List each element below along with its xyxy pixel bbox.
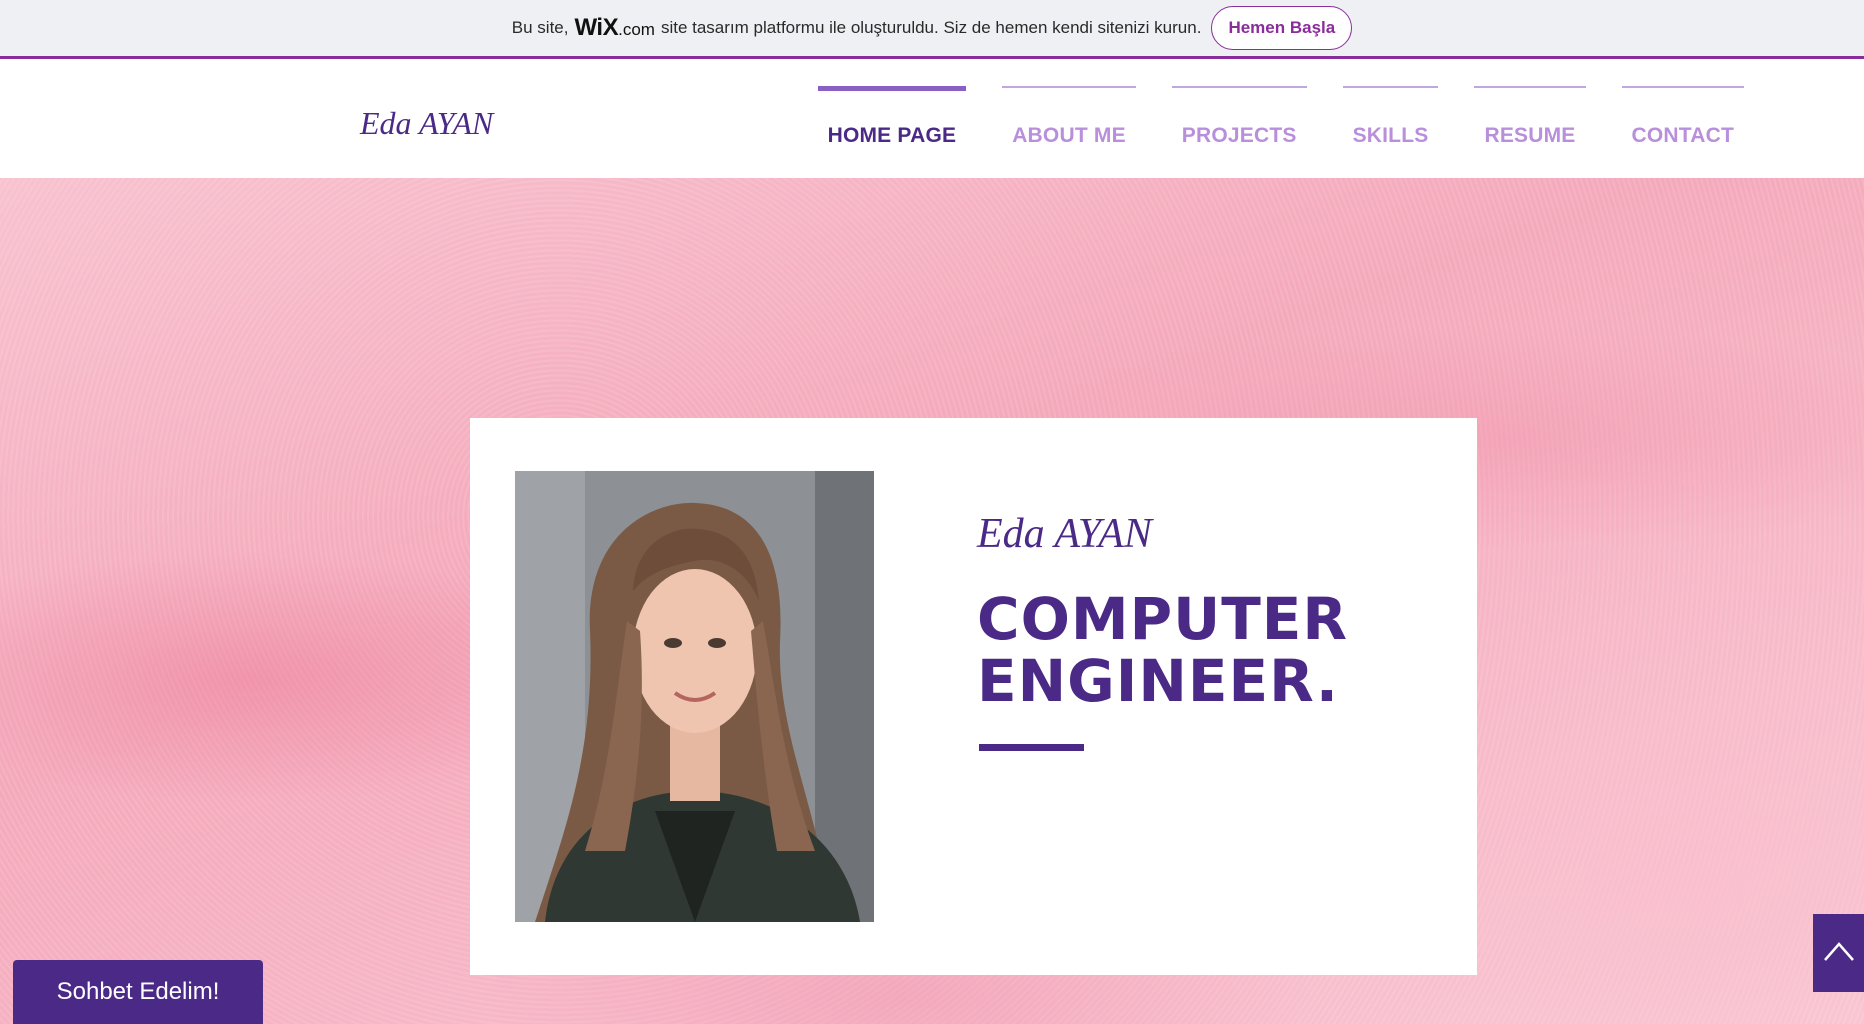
- nav-item-resume[interactable]: RESUME: [1474, 86, 1586, 148]
- card-title-line-2: ENGINEER.: [977, 647, 1339, 715]
- chevron-up-icon: [1822, 939, 1856, 968]
- site-header: Eda AYAN HOME PAGE ABOUT ME PROJECTS SKI…: [0, 59, 1864, 178]
- start-now-button[interactable]: Hemen Başla: [1211, 6, 1353, 50]
- promo-text-before: Bu site,: [511, 18, 569, 37]
- nav-item-skills[interactable]: SKILLS: [1342, 86, 1439, 148]
- title-underline: [979, 744, 1084, 751]
- chat-button[interactable]: Sohbet Edelim!: [13, 960, 263, 1024]
- wix-logo[interactable]: WiX.com: [574, 14, 654, 42]
- wix-brand: WiX: [574, 14, 619, 41]
- profile-photo: [515, 471, 874, 922]
- back-to-top-button[interactable]: [1813, 914, 1864, 992]
- card-name: Eda AYAN: [977, 511, 1152, 557]
- nav-item-about-me[interactable]: ABOUT ME: [1002, 86, 1136, 148]
- nav-item-contact[interactable]: CONTACT: [1621, 86, 1744, 148]
- site-logo[interactable]: Eda AYAN: [360, 105, 493, 142]
- hero-section: Eda AYAN COMPUTER ENGINEER.: [0, 178, 1864, 1024]
- wix-domain: .com: [618, 20, 655, 39]
- card-title: COMPUTER ENGINEER.: [977, 588, 1397, 712]
- intro-card: Eda AYAN COMPUTER ENGINEER.: [470, 418, 1477, 975]
- wix-promo-bar: Bu site, WiX.com site tasarım platformu …: [0, 0, 1864, 59]
- main-nav: HOME PAGE ABOUT ME PROJECTS SKILLS RESUM…: [817, 86, 1744, 148]
- nav-item-home-page[interactable]: HOME PAGE: [817, 86, 967, 148]
- promo-text-after: site tasarım platformu ile oluşturuldu. …: [660, 18, 1202, 37]
- nav-item-projects[interactable]: PROJECTS: [1171, 86, 1307, 148]
- card-title-line-1: COMPUTER: [977, 585, 1349, 653]
